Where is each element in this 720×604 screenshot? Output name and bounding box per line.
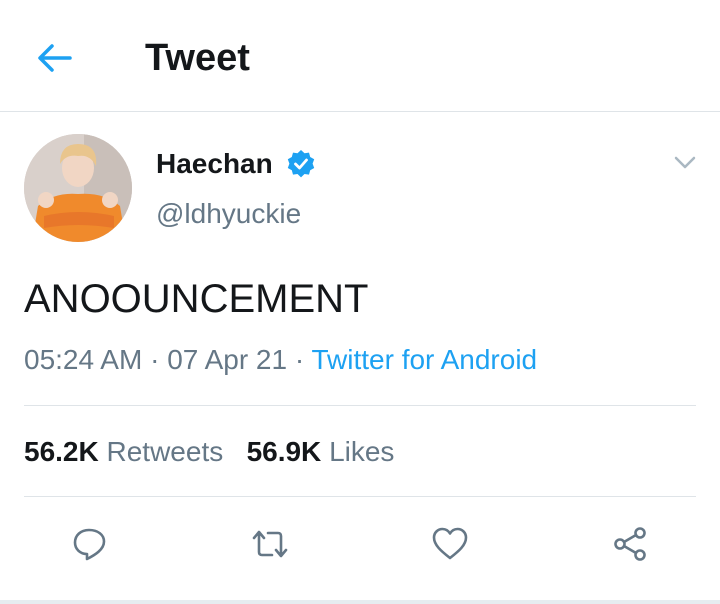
avatar[interactable]: [24, 134, 132, 242]
author-handle[interactable]: @ldhyuckie: [156, 196, 301, 232]
separator: ·: [294, 344, 305, 375]
action-bar: [0, 516, 720, 572]
share-icon: [614, 527, 646, 561]
retweets-stat[interactable]: 56.2K Retweets: [24, 436, 223, 467]
arrow-left-icon: [38, 44, 72, 72]
author-name[interactable]: Haechan: [156, 146, 273, 182]
like-button[interactable]: [428, 522, 472, 566]
retweet-button[interactable]: [248, 522, 292, 566]
reply-button[interactable]: [68, 522, 112, 566]
likes-count: 56.9K: [246, 436, 322, 467]
reply-icon: [73, 528, 106, 561]
tweet-text: ANOOUNCEMENT: [24, 277, 369, 321]
tweet-time: 05:24 AM: [24, 344, 143, 375]
likes-label: Likes: [329, 436, 395, 467]
tweet-date: 07 Apr 21: [167, 344, 288, 375]
heart-icon: [432, 527, 468, 560]
separator: ·: [150, 344, 160, 375]
tweet-stats: 56.2K Retweets 56.9K Likes: [24, 432, 394, 472]
top-bar: Tweet: [0, 0, 720, 112]
bottom-border: [0, 600, 720, 604]
tweet-source-link[interactable]: Twitter for Android: [311, 344, 537, 375]
chevron-down-icon[interactable]: [670, 150, 700, 176]
verified-badge-icon: [287, 150, 315, 178]
retweet-icon: [252, 530, 288, 558]
likes-stat[interactable]: 56.9K Likes: [247, 436, 395, 467]
share-button[interactable]: [608, 522, 652, 566]
back-button[interactable]: [30, 36, 78, 80]
page-title: Tweet: [145, 37, 250, 79]
retweets-label: Retweets: [106, 436, 224, 467]
divider: [24, 405, 696, 406]
retweets-count: 56.2K: [24, 436, 99, 467]
divider: [24, 496, 696, 497]
tweet-meta: 05:24 AM · 07 Apr 21 · Twitter for Andro…: [24, 340, 537, 380]
